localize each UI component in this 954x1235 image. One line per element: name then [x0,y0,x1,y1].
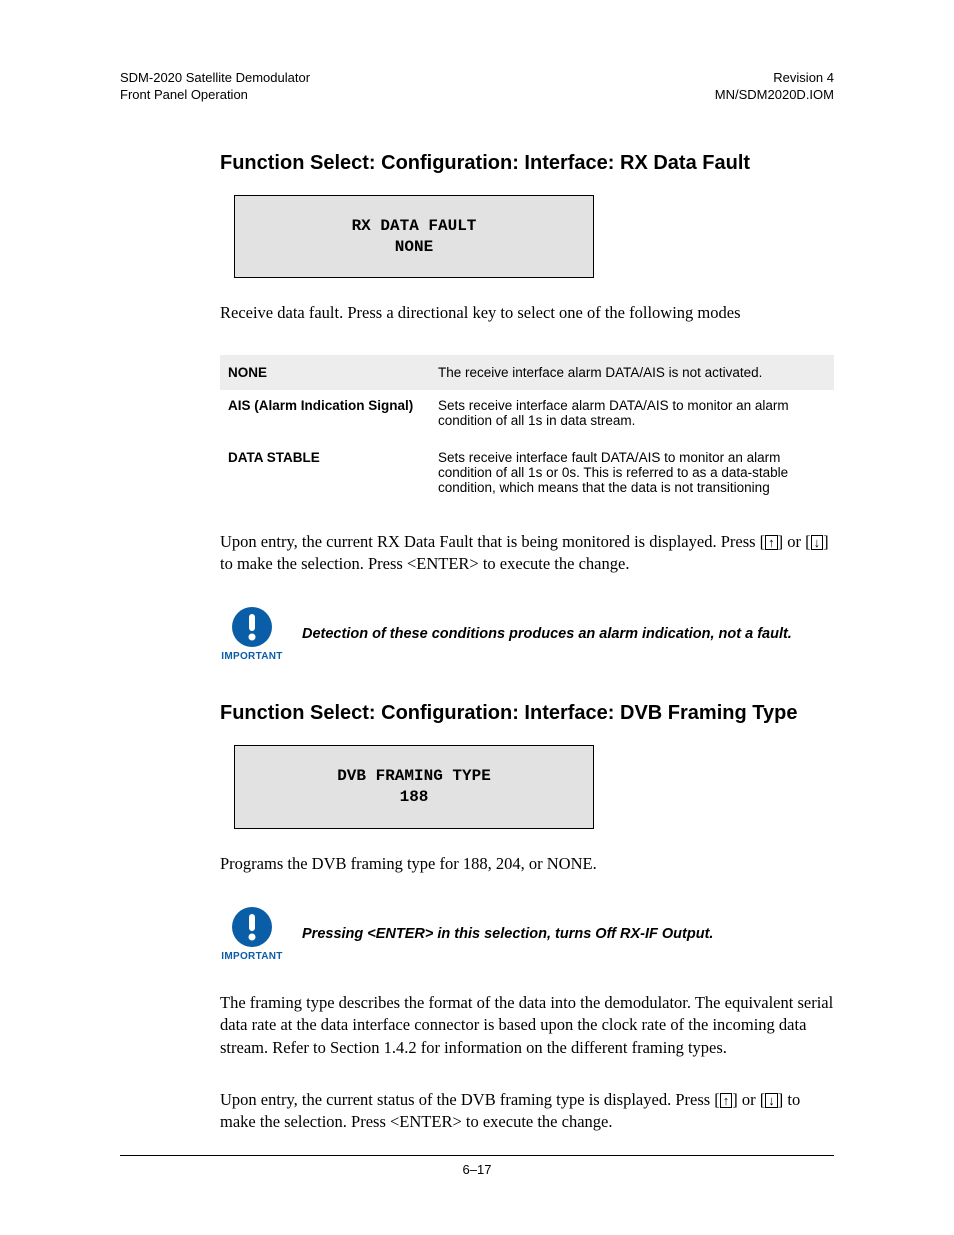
table-row: NONE The receive interface alarm DATA/AI… [220,355,834,390]
text-fragment: Upon entry, the current RX Data Fault th… [220,532,765,551]
lcd-display-dvb-framing: DVB FRAMING TYPE 188 [234,745,594,829]
exclamation-circle-icon [230,605,274,649]
header-section: Front Panel Operation [120,87,310,104]
section-heading-rx-data-fault: Function Select: Configuration: Interfac… [220,152,834,175]
mode-desc: Sets receive interface alarm DATA/AIS to… [430,390,834,442]
text-fragment: Upon entry, the current status of the DV… [220,1090,720,1109]
table-row: DATA STABLE Sets receive interface fault… [220,442,834,509]
important-notice: IMPORTANT Pressing <ENTER> in this selec… [220,905,834,962]
important-icon-wrap: IMPORTANT [220,605,284,662]
header-revision: Revision 4 [715,70,834,87]
lcd-line-1: DVB FRAMING TYPE [235,766,593,787]
header-right: Revision 4 MN/SDM2020D.IOM [715,70,834,104]
exclamation-circle-icon [230,905,274,949]
content-area: Function Select: Configuration: Interfac… [120,152,834,1134]
lcd-line-1: RX DATA FAULT [235,216,593,237]
header-doc-id: MN/SDM2020D.IOM [715,87,834,104]
mode-term: AIS (Alarm Indication Signal) [220,390,430,442]
section1-intro: Receive data fault. Press a directional … [220,302,834,324]
mode-term: NONE [220,355,430,390]
up-arrow-icon: ↑ [720,1093,733,1108]
page-footer: 6–17 [120,1155,834,1177]
mode-desc: The receive interface alarm DATA/AIS is … [430,355,834,390]
text-fragment: ] or [ [732,1090,765,1109]
important-message: Detection of these conditions produces a… [302,626,792,642]
section2-para1: The framing type describes the format of… [220,992,834,1059]
page-number: 6–17 [463,1162,492,1177]
down-arrow-icon: ↓ [765,1093,778,1108]
table-row: AIS (Alarm Indication Signal) Sets recei… [220,390,834,442]
important-notice: IMPORTANT Detection of these conditions … [220,605,834,662]
section2-instruction: Upon entry, the current status of the DV… [220,1089,834,1134]
lcd-line-2: 188 [235,787,593,808]
header-product: SDM-2020 Satellite Demodulator [120,70,310,87]
down-arrow-icon: ↓ [811,535,824,550]
section1-instruction: Upon entry, the current RX Data Fault th… [220,531,834,576]
section-heading-dvb-framing: Function Select: Configuration: Interfac… [220,702,834,725]
section2-intro: Programs the DVB framing type for 188, 2… [220,853,834,875]
mode-term: DATA STABLE [220,442,430,509]
important-message: Pressing <ENTER> in this selection, turn… [302,926,713,942]
mode-desc: Sets receive interface fault DATA/AIS to… [430,442,834,509]
lcd-line-2: NONE [235,237,593,258]
up-arrow-icon: ↑ [765,535,778,550]
important-label: IMPORTANT [221,951,282,962]
page-header: SDM-2020 Satellite Demodulator Front Pan… [120,70,834,104]
lcd-display-rx-data-fault: RX DATA FAULT NONE [234,195,594,279]
text-fragment: ] or [ [778,532,811,551]
important-icon-wrap: IMPORTANT [220,905,284,962]
header-left: SDM-2020 Satellite Demodulator Front Pan… [120,70,310,104]
important-label: IMPORTANT [221,651,282,662]
rx-data-fault-modes-table: NONE The receive interface alarm DATA/AI… [220,355,834,509]
